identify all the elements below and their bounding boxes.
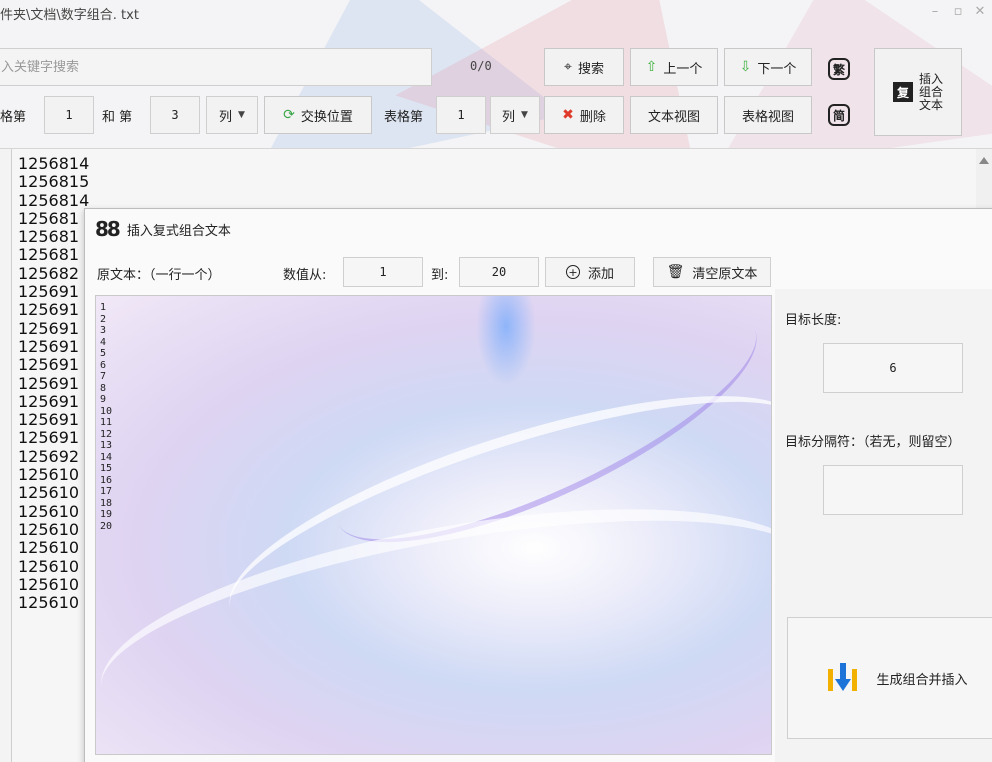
dialog-title: 88 插入复式组合文本 — [95, 217, 231, 241]
editor-line: 125691 — [18, 391, 80, 411]
editor-line: 125610 — [18, 483, 80, 503]
text-view-button[interactable]: 文本视图 — [630, 96, 718, 134]
traditional-chinese-button[interactable]: 繁 — [824, 54, 854, 84]
separator-input[interactable] — [823, 465, 963, 515]
editor-line: 125691 — [18, 318, 80, 338]
editor-line: 125691 — [18, 410, 80, 430]
editor-line: 125691 — [18, 373, 80, 393]
swap-and-label: 和 第 — [102, 110, 133, 125]
swap-icon: ⟳ — [283, 107, 295, 123]
swap-position-button[interactable]: ⟳ 交换位置 — [264, 96, 372, 134]
arrow-down-icon: ⇩ — [739, 59, 752, 75]
prev-button[interactable]: ⇧ 上一个 — [630, 48, 718, 86]
editor-line: 125691 — [18, 336, 80, 356]
editor-line: 1256814 — [18, 190, 90, 210]
range-from-label: 数值从: — [283, 268, 327, 283]
range-to-input[interactable]: 20 — [459, 257, 539, 287]
arrow-up-icon: ⇧ — [645, 59, 658, 75]
caret-down-icon: ▼ — [238, 110, 245, 120]
add-button[interactable]: + 添加 — [545, 257, 635, 287]
trash-icon: 🗑 — [666, 264, 685, 280]
editor-line: 125610 — [18, 538, 80, 558]
insert-combo-text-button[interactable]: 复 插入 组合 文本 — [874, 48, 962, 136]
scroll-up-icon[interactable] — [979, 157, 989, 164]
delete-column-label: 表格第 — [384, 110, 424, 125]
caret-down-icon: ▼ — [521, 110, 528, 120]
editor-line: 125682 — [18, 263, 80, 283]
editor-line: 125681 — [18, 227, 80, 247]
swap-column-a-input[interactable]: 1 — [44, 96, 94, 134]
table-view-button[interactable]: 表格视图 — [724, 96, 812, 134]
range-to-label: 到: — [431, 268, 449, 283]
editor-line: 125681 — [18, 208, 80, 228]
editor-line: 125610 — [18, 501, 80, 521]
editor-line: 125692 — [18, 446, 80, 466]
swap-label: 格第 — [0, 110, 27, 125]
window-title: 件夹\文档\数字组合. txt — [0, 8, 139, 23]
target-length-label: 目标长度: — [785, 313, 842, 328]
target-length-input[interactable]: 6 — [823, 343, 963, 393]
editor-gutter — [0, 149, 12, 762]
swap-unit-dropdown[interactable]: 列 ▼ — [206, 96, 258, 134]
editor-line: 125681 — [18, 245, 80, 265]
combo-badge-icon: 复 — [892, 82, 913, 102]
clear-source-button[interactable]: 🗑 清空原文本 — [653, 257, 771, 287]
search-input[interactable] — [0, 48, 432, 86]
maximize-icon[interactable]: ▫ — [950, 4, 966, 19]
traditional-char-icon: 繁 — [828, 58, 850, 80]
generate-sort-icon — [828, 663, 858, 691]
source-text-content: 1 2 3 4 5 6 7 8 9 10 11 12 13 14 15 16 1… — [100, 302, 113, 532]
editor-lines: 1256814 1256815 1256814 125681 125681 125681 1… — [18, 154, 90, 613]
source-text-label: 原文本：（一行一个） — [97, 268, 221, 283]
simplified-char-icon: 简 — [828, 104, 850, 126]
editor-line: 125691 — [18, 300, 80, 320]
editor-line: 1256815 — [18, 172, 90, 192]
insert-combo-dialog: 88 插入复式组合文本 原文本：（一行一个） 数值从: 1 到: 20 + 添加… — [84, 208, 992, 762]
range-from-input[interactable]: 1 — [343, 257, 423, 287]
editor-line: 125610 — [18, 465, 80, 485]
minimize-icon[interactable]: – — [927, 4, 943, 19]
close-icon[interactable]: ✕ — [972, 4, 988, 19]
delete-x-icon: ✖ — [562, 107, 574, 123]
source-textarea[interactable]: 1 2 3 4 5 6 7 8 9 10 11 12 13 14 15 16 1… — [95, 295, 772, 755]
delete-column-input[interactable]: 1 — [436, 96, 486, 134]
delete-button[interactable]: ✖ 删除 — [544, 96, 624, 134]
dialog-app-icon: 88 — [95, 217, 121, 241]
search-button[interactable]: ⌖ 搜索 — [544, 48, 624, 86]
title-bar: 件夹\文档\数字组合. txt – ▫ ✕ — [0, 0, 992, 28]
editor-line: 125691 — [18, 428, 80, 448]
editor-line: 1256814 — [18, 154, 90, 173]
separator-label: 目标分隔符：（若无，则留空） — [785, 435, 961, 450]
editor-line: 125610 — [18, 519, 80, 539]
next-button[interactable]: ⇩ 下一个 — [724, 48, 812, 86]
editor-line: 125691 — [18, 355, 80, 375]
simplified-chinese-button[interactable]: 简 — [824, 100, 854, 130]
generate-insert-button[interactable]: 生成组合并插入 — [787, 617, 992, 739]
swap-column-b-input[interactable]: 3 — [150, 96, 200, 134]
match-counter: 0/0 — [470, 59, 492, 73]
plus-circle-icon: + — [565, 265, 580, 279]
binoculars-icon: ⌖ — [564, 59, 572, 75]
editor-line: 125610 — [18, 593, 80, 613]
editor-line: 125610 — [18, 574, 80, 594]
editor-line: 125610 — [18, 556, 80, 576]
editor-line: 125691 — [18, 282, 80, 302]
delete-unit-dropdown[interactable]: 列 ▼ — [490, 96, 540, 134]
